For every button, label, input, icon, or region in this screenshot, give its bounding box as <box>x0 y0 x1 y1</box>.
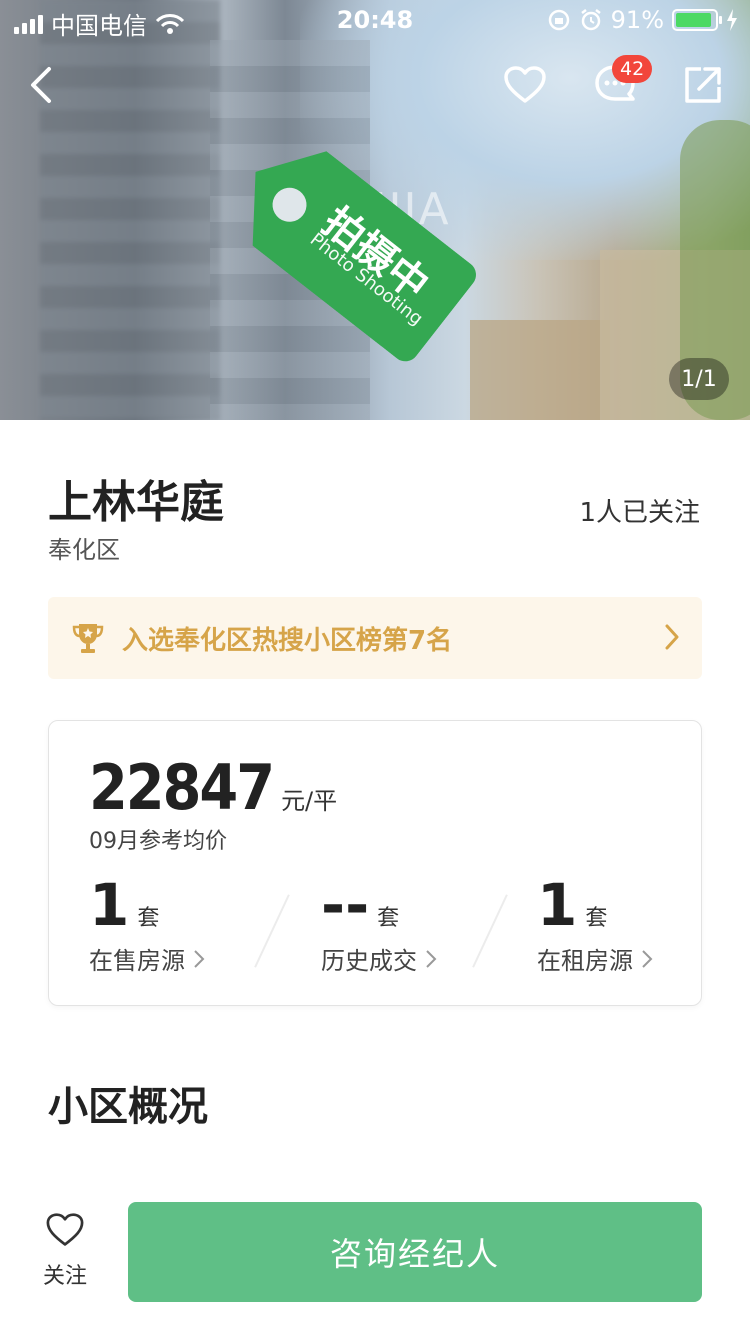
price-card: 22847 元/平 09月参考均价 1 套 在售房源 -- 套 历史成交 1 套… <box>48 720 702 1006</box>
stat-label: 在租房源 <box>537 947 633 975</box>
status-bar: 中国电信 20:48 91% <box>0 0 750 40</box>
trophy-icon <box>72 624 104 653</box>
price-value: 22847 <box>89 751 275 824</box>
stat-for-rent[interactable]: 1 套 在租房源 <box>537 871 653 976</box>
heart-icon <box>504 66 546 103</box>
hero-building <box>40 0 220 420</box>
chevron-right-icon <box>665 624 679 650</box>
follow-button[interactable]: 关注 <box>40 1212 90 1290</box>
stat-label: 历史成交 <box>321 947 417 975</box>
chevron-right-icon <box>642 949 653 968</box>
rank-text: 入选奉化区热搜小区榜第7名 <box>122 625 453 656</box>
price-label: 09月参考均价 <box>89 829 227 854</box>
stat-value: 1 <box>89 871 130 939</box>
message-badge: 42 <box>612 55 653 83</box>
rotation-lock-icon <box>548 9 569 31</box>
follow-count: 1人已关注 <box>579 498 700 528</box>
image-counter: 1/1 <box>669 358 729 400</box>
property-name: 上林华庭 <box>48 477 224 528</box>
favorite-button[interactable] <box>500 60 550 110</box>
follow-label: 关注 <box>42 1264 87 1289</box>
heart-icon <box>46 1213 84 1246</box>
stat-unit: 套 <box>377 906 400 931</box>
stat-label: 在售房源 <box>89 947 185 975</box>
battery-icon <box>672 9 722 31</box>
property-district: 奉化区 <box>48 536 120 564</box>
chevron-right-icon <box>194 949 205 968</box>
share-button[interactable] <box>678 60 728 110</box>
share-icon <box>685 67 721 103</box>
stat-value: 1 <box>537 871 578 939</box>
divider <box>254 894 290 968</box>
stat-history-deals[interactable]: -- 套 历史成交 <box>321 871 437 976</box>
section-title: 小区概况 <box>48 1084 208 1130</box>
stat-for-sale[interactable]: 1 套 在售房源 <box>89 871 205 976</box>
hero-building <box>470 320 610 420</box>
chevron-right-icon <box>426 949 437 968</box>
consult-agent-button[interactable]: 咨询经纪人 <box>128 1202 702 1302</box>
back-arrow-icon <box>31 67 51 103</box>
stat-unit: 套 <box>585 906 608 931</box>
stat-unit: 套 <box>137 906 160 931</box>
bottom-action-bar: 关注 咨询经纪人 <box>0 1180 750 1334</box>
divider <box>472 894 508 968</box>
charging-icon <box>727 9 737 31</box>
average-price: 22847 元/平 <box>89 751 337 824</box>
price-unit: 元/平 <box>281 787 338 815</box>
alarm-icon <box>580 9 601 31</box>
back-button[interactable] <box>16 60 66 110</box>
stat-value: -- <box>321 871 370 939</box>
rank-banner[interactable]: 入选奉化区热搜小区榜第7名 <box>48 597 702 679</box>
battery-percent: 91% <box>610 6 664 34</box>
